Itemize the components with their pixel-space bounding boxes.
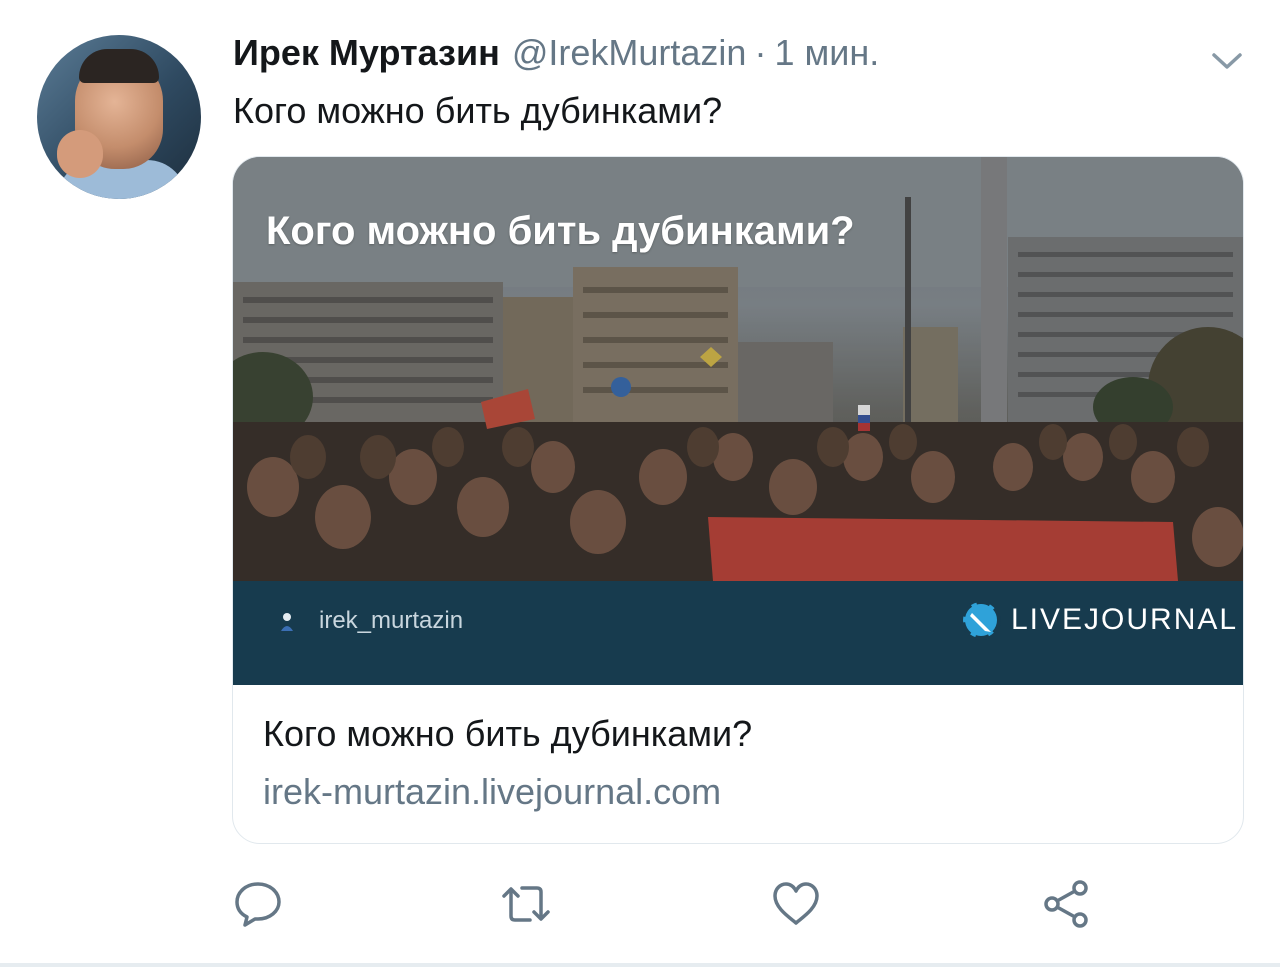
card-image[interactable]: Кого можно бить дубинками? [233,157,1243,581]
avatar-hair [79,49,159,83]
author-handle[interactable]: @IrekMurtazin [512,32,747,74]
livejournal-logo: LIVEJOURNAL [961,597,1238,643]
lj-username: irek_murtazin [319,607,464,634]
share-icon[interactable] [1040,878,1092,930]
livejournal-logo-icon [961,600,1001,640]
card-title[interactable]: Кого можно бить дубинками? [263,713,752,755]
reply-icon[interactable] [232,878,284,930]
avatar-hand [57,130,103,178]
user-icon [281,613,293,631]
author-name[interactable]: Ирек Муртазин [233,32,500,74]
link-card[interactable]: Кого можно бить дубинками? irek_murtazin… [232,156,1244,844]
heart-icon[interactable] [770,878,822,930]
tweet-timestamp[interactable]: 1 мин. [774,32,879,74]
separator-dot: · [754,32,767,73]
livejournal-bar: irek_murtazin LIVEJOURNAL [233,581,1243,685]
retweet-icon[interactable] [500,878,552,930]
tweet-header: Ирек Муртазин @IrekMurtazin · 1 мин. [233,30,879,76]
livejournal-logo-text: LIVEJOURNAL [1011,603,1239,636]
divider [0,963,1280,967]
chevron-down-icon[interactable] [1208,42,1246,80]
tweet-text: Кого можно бить дубинками? [233,90,723,131]
avatar[interactable] [37,35,201,199]
card-domain[interactable]: irek-murtazin.livejournal.com [263,771,721,813]
card-image-title: Кого можно бить дубинками? [266,209,855,253]
